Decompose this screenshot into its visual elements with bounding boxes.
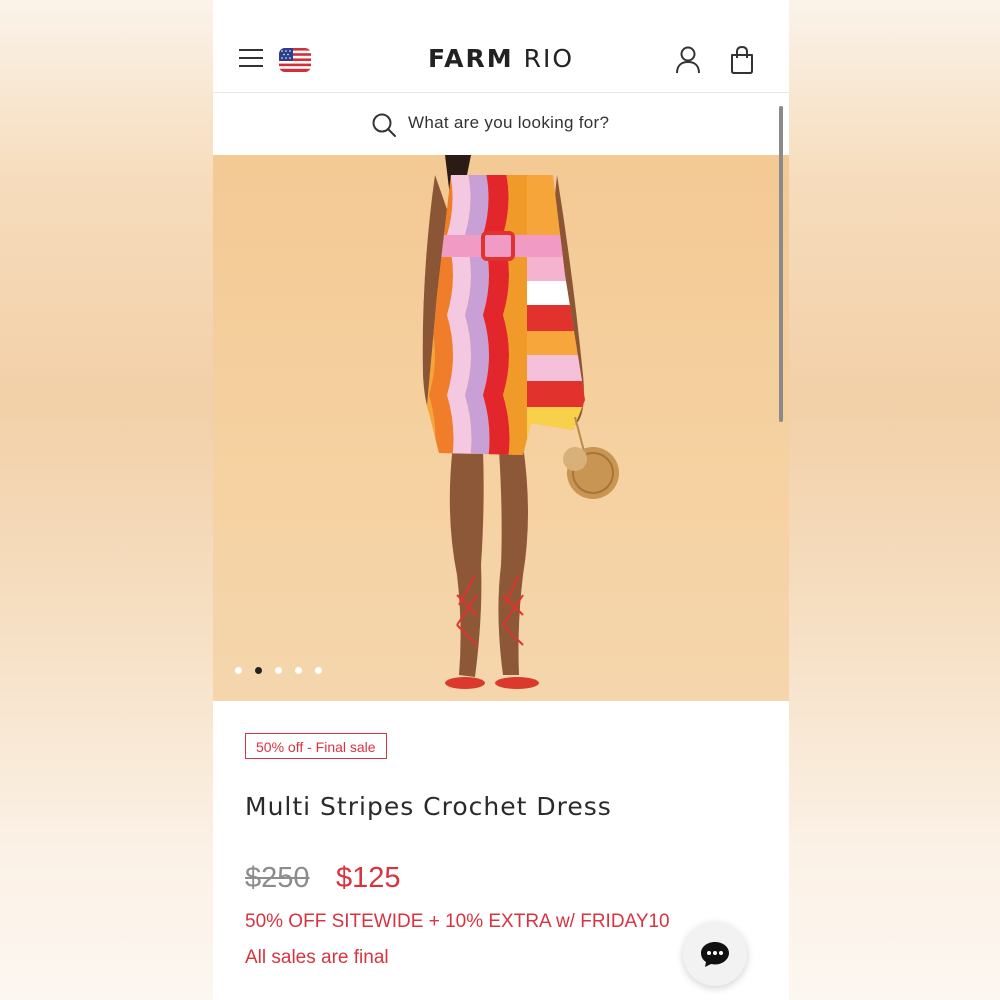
gallery-dot[interactable] xyxy=(275,667,282,674)
gallery-dot[interactable] xyxy=(235,667,242,674)
search-bar[interactable]: What are you looking for? xyxy=(213,93,789,155)
logo-part-farm: FARM xyxy=(427,44,514,73)
chat-bubble-icon xyxy=(701,942,729,967)
scrollbar[interactable] xyxy=(779,106,783,422)
product-photo xyxy=(213,155,789,701)
site-header: FARM RIO xyxy=(213,20,789,93)
brand-logo[interactable]: FARM RIO xyxy=(213,44,789,73)
promo-text: 50% OFF SITEWIDE + 10% EXTRA w/ FRIDAY10 xyxy=(245,911,670,932)
sale-badge: 50% off - Final sale xyxy=(245,733,387,759)
search-input[interactable]: What are you looking for? xyxy=(408,113,609,133)
chat-button[interactable] xyxy=(683,922,747,986)
gallery-dot-active[interactable] xyxy=(255,667,262,674)
gallery-dot[interactable] xyxy=(315,667,322,674)
mobile-page: FARM RIO What are you looking for? 50% o… xyxy=(213,0,789,1000)
sale-price: $125 xyxy=(336,862,401,894)
original-price: $250 xyxy=(245,862,310,894)
user-icon[interactable] xyxy=(675,46,701,74)
final-sale-note: All sales are final xyxy=(245,947,389,968)
shopping-bag-icon[interactable] xyxy=(729,46,755,74)
search-icon xyxy=(372,113,396,137)
product-title: Multi Stripes Crochet Dress xyxy=(245,792,612,821)
top-strip xyxy=(213,0,789,20)
logo-part-rio: RIO xyxy=(523,44,575,73)
gallery-dot[interactable] xyxy=(295,667,302,674)
product-image-gallery[interactable] xyxy=(213,155,789,701)
